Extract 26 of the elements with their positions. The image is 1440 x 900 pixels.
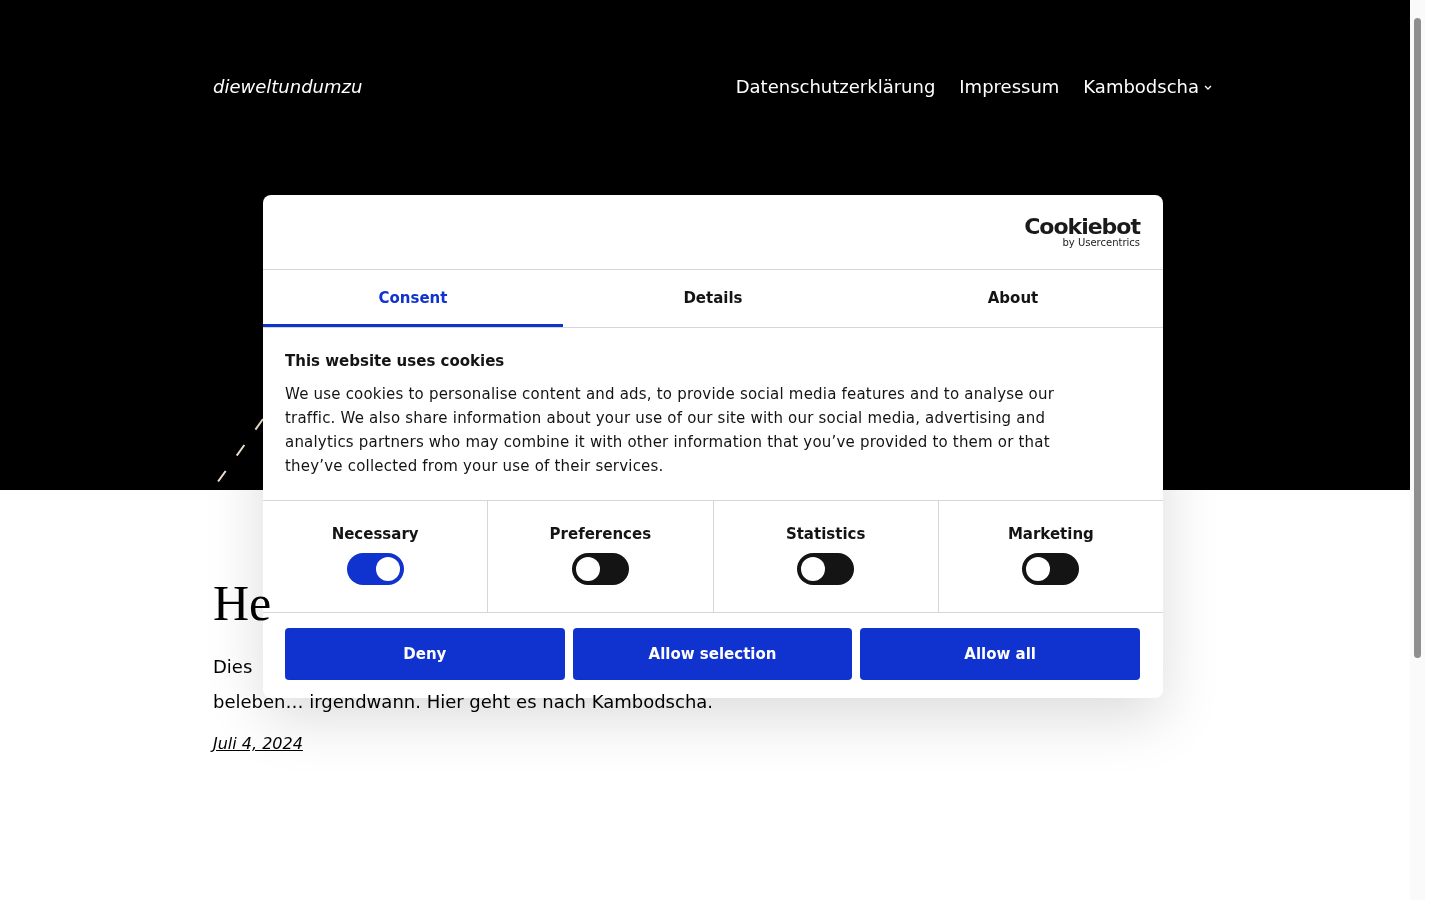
excerpt-text: beleben… irgendwann. Hier geht es nach Kambodscha. <box>213 690 714 714</box>
dialog-tab[interactable]: Consent <box>263 270 563 327</box>
category-label: Statistics <box>784 523 867 545</box>
cookiebot-logo: Cookiebot by Usercentrics <box>1024 216 1140 248</box>
dialog-tab[interactable]: Details <box>563 270 863 327</box>
site-title[interactable]: dieweltundumzu <box>213 73 363 100</box>
scrollbar-thumb[interactable] <box>1414 18 1421 658</box>
category-label: Preferences <box>548 523 653 545</box>
consent-button[interactable]: Allow all <box>860 628 1140 680</box>
toggle-switch[interactable] <box>571 553 629 585</box>
toggle-switch[interactable] <box>1022 553 1080 585</box>
toggle-switch[interactable] <box>797 553 855 585</box>
toggle-switch[interactable] <box>346 553 404 585</box>
dialog-tab[interactable]: About <box>863 270 1163 327</box>
category-label: Necessary <box>330 523 420 545</box>
consent-button[interactable]: Deny <box>285 628 565 680</box>
nav-link[interactable]: Datenschutzerklärung <box>735 73 936 100</box>
dialog-title: This website uses cookies <box>285 351 506 372</box>
dialog-text: We use cookies to personalise content and ads, to provide social media features and to analyse our traffic. We also share information about your use of our site with our social media, advertising and analytics partners who may combine it with other information that you’ve provided to them or that they’ve collected from your use of their services. <box>285 383 1056 477</box>
category-label: Marketing <box>1006 523 1095 545</box>
nav-dropdown[interactable]: Kambodscha <box>1083 73 1213 100</box>
post-heading[interactable]: He <box>213 578 1213 628</box>
scrollbar[interactable] <box>1410 0 1425 900</box>
consent-button[interactable]: Allow selection <box>572 628 853 680</box>
excerpt-text: Dies <box>213 655 253 679</box>
nav-link[interactable]: Impressum <box>959 73 1060 100</box>
